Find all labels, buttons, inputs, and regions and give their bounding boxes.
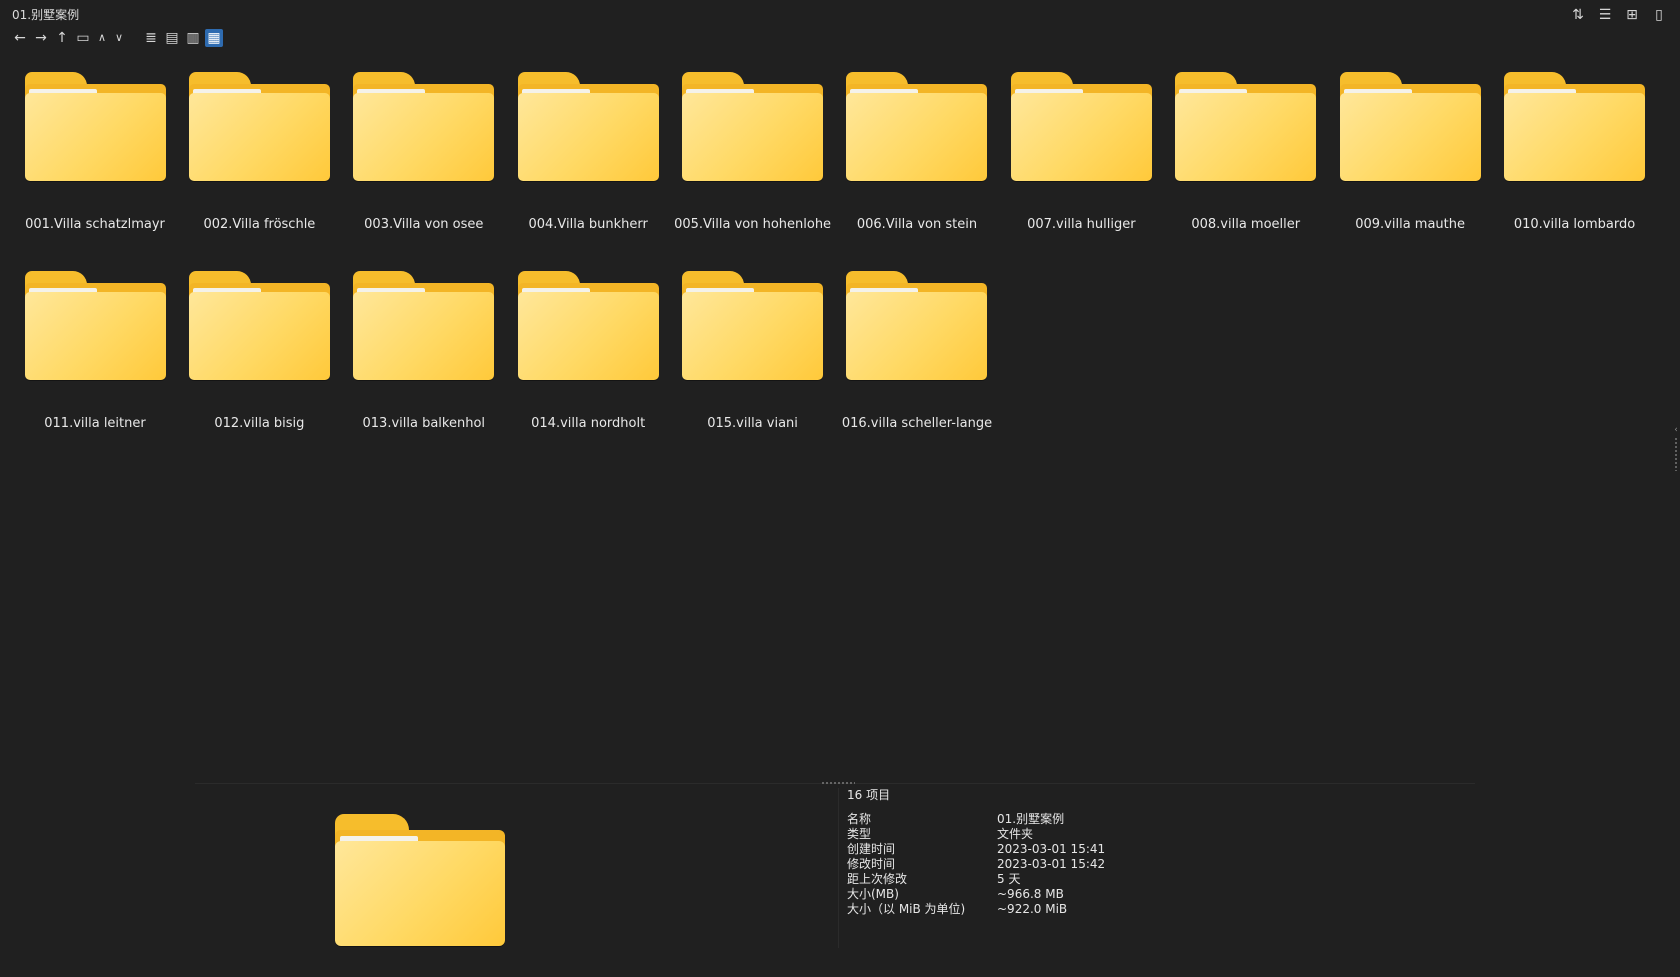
details-row: 名称 01.别墅案例: [847, 812, 1105, 827]
folder-item[interactable]: 002.Villa fröschle: [184, 70, 334, 232]
folder-label: 015.villa viani: [707, 416, 798, 431]
folder-label: 008.villa moeller: [1191, 217, 1301, 232]
folder-label: 004.Villa bunkherr: [528, 217, 648, 232]
tiles-view-icon[interactable]: ▥: [184, 29, 202, 47]
preview-folder-icon: [335, 812, 505, 946]
folder-item[interactable]: 006.Villa von stein: [842, 70, 992, 232]
chevron-left-icon: ‹: [1674, 425, 1678, 435]
folder-icon: [24, 70, 166, 181]
folder-item[interactable]: 007.villa hulliger: [1006, 70, 1156, 232]
right-toolbar: ⇅ ☰ ⊞ ▯: [1569, 6, 1668, 24]
window-title: 01.别墅案例: [12, 8, 80, 22]
folder-icon: [846, 70, 988, 181]
folder-icon: [188, 70, 330, 181]
forward-arrow-icon[interactable]: →: [32, 29, 50, 47]
folder-item[interactable]: 014.villa nordholt: [513, 269, 663, 431]
item-count: 16 项目: [847, 788, 891, 802]
details-value: 文件夹: [997, 827, 1034, 841]
details-row: 类型 文件夹: [847, 827, 1105, 842]
folder-item[interactable]: 012.villa bisig: [184, 269, 334, 431]
details-value: ~922.0 MiB: [997, 902, 1068, 916]
folder-icon: [846, 269, 988, 380]
details-row: 创建时间 2023-03-01 15:41: [847, 842, 1105, 857]
folder-item[interactable]: 001.Villa schatzlmayr: [20, 70, 170, 232]
folder-item[interactable]: 005.Villa von hohenlohe: [674, 70, 831, 232]
details-key: 距上次修改: [847, 872, 908, 886]
details-row: 距上次修改 5 天: [847, 872, 1105, 887]
navigation-toolbar: ← → ↑ ▭ ∧ ∨ ≣ ▤ ▥ ▦: [11, 27, 223, 49]
details-value: 2023-03-01 15:41: [997, 842, 1106, 856]
details-key: 大小（以 MiB 为单位): [847, 902, 966, 916]
clipboard-icon[interactable]: ▯: [1650, 6, 1668, 24]
side-panel-handle[interactable]: ‹: [1672, 425, 1680, 477]
details-key: 大小(MB): [847, 887, 899, 901]
folder-label: 005.Villa von hohenlohe: [674, 217, 832, 232]
folder-icon: [682, 70, 824, 181]
folder-item[interactable]: 003.Villa von osee: [349, 70, 499, 232]
folder-item[interactable]: 010.villa lombardo: [1500, 70, 1650, 232]
details-key: 修改时间: [847, 857, 896, 871]
details-key: 类型: [847, 827, 872, 841]
large-icons-view-icon[interactable]: ▦: [205, 29, 223, 47]
folder-label: 009.villa mauthe: [1355, 217, 1466, 232]
folder-icon[interactable]: ▭: [74, 29, 92, 47]
details-value: 2023-03-01 15:42: [997, 857, 1106, 871]
details-value: ~966.8 MB: [997, 887, 1064, 901]
up-arrow-icon[interactable]: ↑: [53, 29, 71, 47]
group-icon[interactable]: ☰: [1596, 6, 1614, 24]
back-arrow-icon[interactable]: ←: [11, 29, 29, 47]
details-view-icon[interactable]: ▤: [163, 29, 181, 47]
chevron-down-icon[interactable]: ∨: [112, 29, 126, 47]
folder-label: 001.Villa schatzlmayr: [25, 217, 165, 232]
folder-label: 011.villa leitner: [44, 416, 146, 431]
folder-label: 006.Villa von stein: [856, 217, 978, 232]
folder-icon: [682, 269, 824, 380]
new-pane-icon[interactable]: ⊞: [1623, 6, 1641, 24]
folder-icon: [1175, 70, 1317, 181]
folder-label: 010.villa lombardo: [1513, 217, 1636, 232]
details-value: 01.别墅案例: [997, 812, 1065, 826]
folder-label: 013.villa balkenhol: [362, 416, 486, 431]
details-value: 5 天: [997, 872, 1021, 886]
folder-label: 003.Villa von osee: [364, 217, 484, 232]
details-row: 大小（以 MiB 为单位) ~922.0 MiB: [847, 902, 1105, 917]
folder-item[interactable]: 009.villa mauthe: [1335, 70, 1485, 232]
folder-icon: [1010, 70, 1152, 181]
folder-icon: [24, 269, 166, 380]
sort-icon[interactable]: ⇅: [1569, 6, 1587, 24]
folder-icon: [353, 269, 495, 380]
details-key: 创建时间: [847, 842, 896, 856]
folder-item[interactable]: 015.villa viani: [678, 269, 828, 431]
chevron-up-icon[interactable]: ∧: [95, 29, 109, 47]
folder-label: 007.villa hulliger: [1027, 217, 1136, 232]
folder-label: 014.villa nordholt: [531, 416, 646, 431]
folder-item[interactable]: 011.villa leitner: [20, 269, 170, 431]
folder-item[interactable]: 008.villa moeller: [1171, 70, 1321, 232]
folder-item[interactable]: 016.villa scheller-lange: [842, 269, 992, 431]
folder-grid: 001.Villa schatzlmayr 002.Villa fröschle 0…: [20, 70, 1660, 431]
folder-label: 002.Villa fröschle: [203, 217, 316, 232]
list-view-icon[interactable]: ≣: [142, 29, 160, 47]
folder-icon: [188, 269, 330, 380]
folder-label: 012.villa bisig: [214, 416, 305, 431]
folder-icon: [517, 70, 659, 181]
details-row: 修改时间 2023-03-01 15:42: [847, 857, 1105, 872]
title-bar: 01.别墅案例 ⇅ ☰ ⊞ ▯: [0, 0, 1680, 30]
preview-vertical-divider: [838, 788, 839, 948]
details-key: 名称: [847, 812, 872, 826]
folder-icon: [353, 70, 495, 181]
folder-item[interactable]: 013.villa balkenhol: [349, 269, 499, 431]
details-panel: 16 项目 名称 01.别墅案例类型 文件夹创建时间 2023-03-01 15:41…: [847, 786, 1105, 917]
details-table: 名称 01.别墅案例类型 文件夹创建时间 2023-03-01 15:41 修改时间 20…: [847, 812, 1105, 917]
folder-icon: [1339, 70, 1481, 181]
folder-label: 016.villa scheller-lange: [841, 416, 993, 431]
details-row: 大小(MB) ~966.8 MB: [847, 887, 1105, 902]
folder-icon: [517, 269, 659, 380]
folder-icon: [1504, 70, 1646, 181]
folder-item[interactable]: 004.Villa bunkherr: [513, 70, 663, 232]
